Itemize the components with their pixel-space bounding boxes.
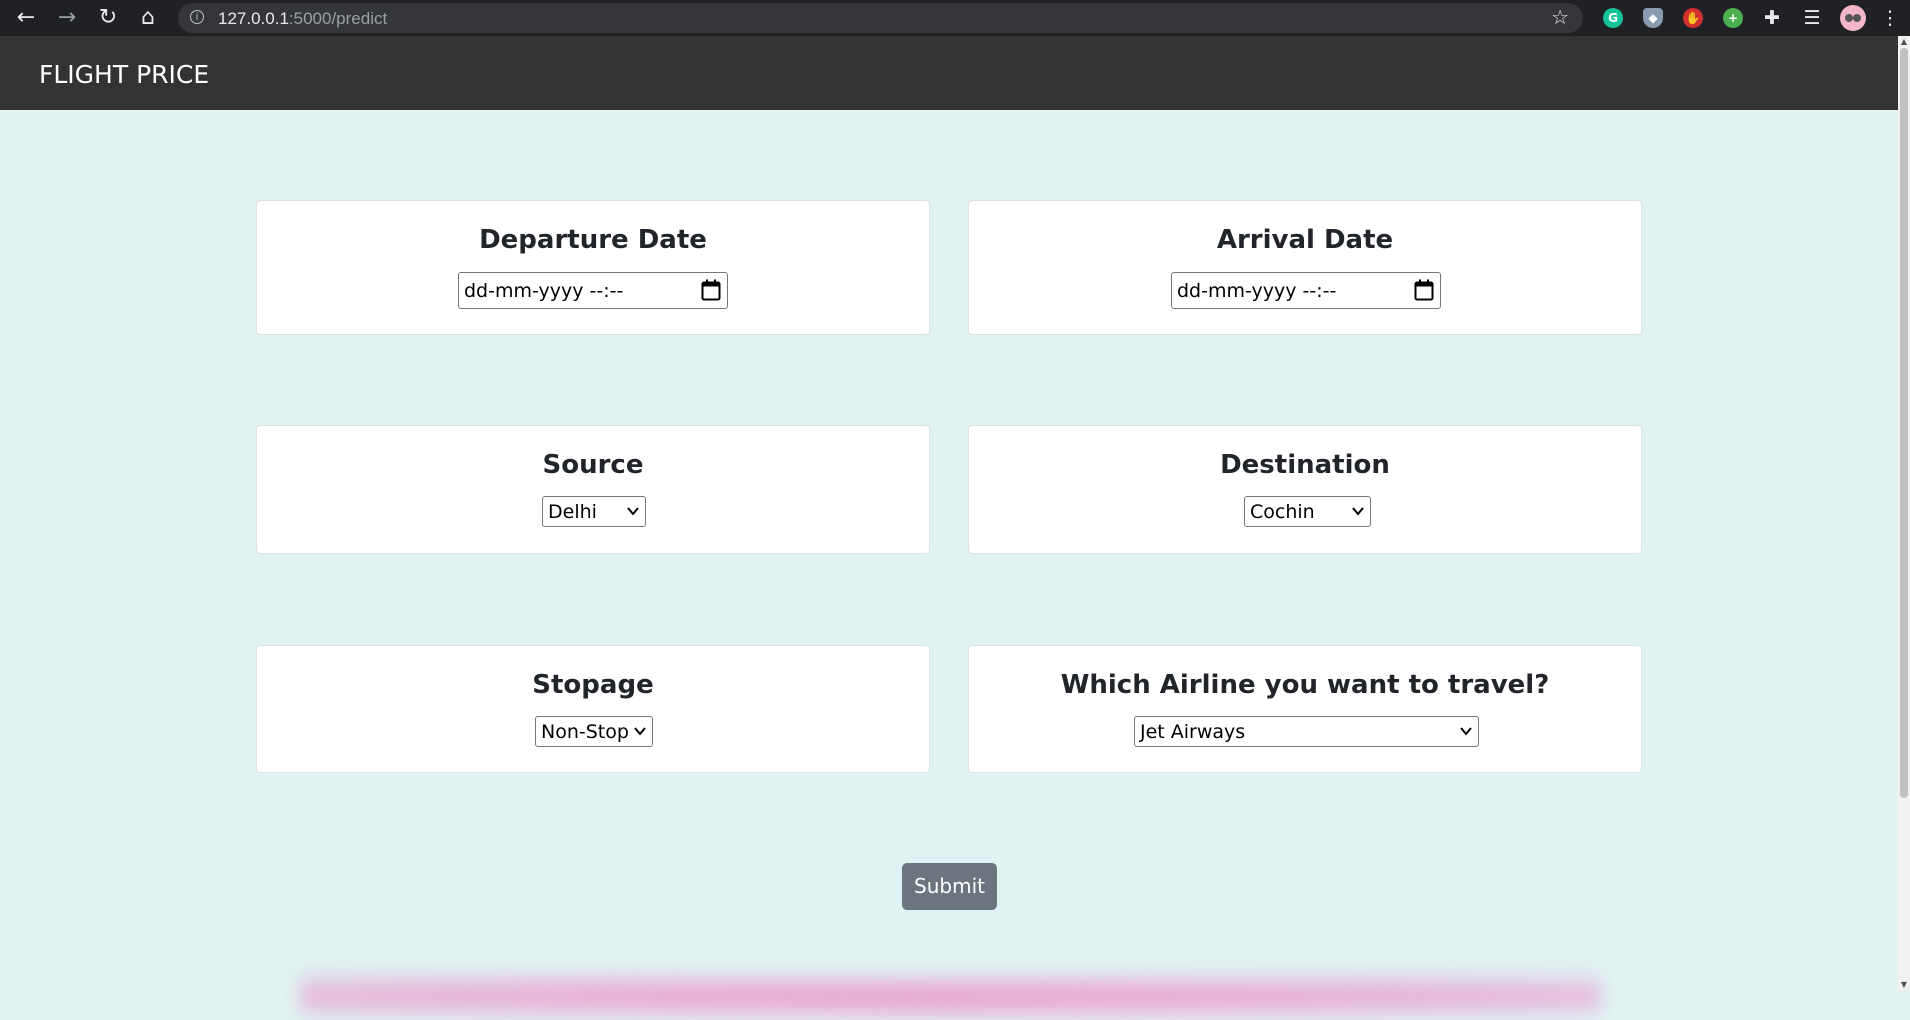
destination-card: Destination Cochin (968, 425, 1642, 554)
calendar-icon[interactable] (701, 279, 721, 301)
airline-card: Which Airline you want to travel? Jet Ai… (968, 645, 1642, 773)
airline-label: Which Airline you want to travel? (1060, 670, 1550, 700)
green-plus-extension-icon[interactable]: + (1723, 8, 1743, 28)
chevron-down-icon (1352, 507, 1364, 516)
address-bar[interactable]: i 127.0.0.1:5000/predict ☆ (178, 3, 1583, 33)
destination-select[interactable]: Cochin (1244, 496, 1371, 527)
avatar-glasses-icon (1845, 14, 1861, 22)
chevron-down-icon (1460, 727, 1472, 736)
reload-button[interactable]: ↻ (94, 6, 122, 30)
url-text: 127.0.0.1:5000/predict (218, 9, 387, 29)
airline-selected-value: Jet Airways (1140, 721, 1246, 743)
arrival-date-label: Arrival Date (1216, 225, 1394, 255)
back-button[interactable]: ← (12, 6, 40, 30)
source-label: Source (542, 450, 644, 480)
destination-label: Destination (1220, 450, 1390, 480)
url-path: :5000/predict (288, 9, 388, 28)
source-select[interactable]: Delhi (542, 496, 646, 527)
shield-extension-icon[interactable]: ◆ (1643, 8, 1663, 28)
arrival-date-card: Arrival Date dd-mm-yyyy --:-- (968, 200, 1642, 335)
browser-menu-icon[interactable]: ⋮ (1880, 6, 1900, 30)
site-info-icon[interactable]: i (190, 10, 204, 24)
scrollbar-thumb[interactable] (1900, 48, 1908, 798)
url-host: 127.0.0.1 (218, 9, 289, 28)
chevron-down-icon (634, 727, 646, 736)
scroll-down-arrow-icon[interactable]: ▼ (1899, 980, 1909, 990)
extensions-puzzle-icon[interactable]: ✚ (1760, 6, 1784, 30)
app-navbar: FLIGHT PRICE (0, 36, 1898, 110)
stopage-card: Stopage Non-Stop (256, 645, 930, 773)
calendar-icon[interactable] (1414, 279, 1434, 301)
departure-date-card: Departure Date dd-mm-yyyy --:-- (256, 200, 930, 335)
page-scrollbar[interactable]: ▲ ▼ (1898, 36, 1910, 991)
chevron-down-icon (627, 507, 639, 516)
submit-button[interactable]: Submit (902, 863, 997, 910)
navbar-brand[interactable]: FLIGHT PRICE (39, 60, 209, 89)
arrival-date-value: dd-mm-yyyy --:-- (1177, 280, 1337, 302)
decorative-blur-background (300, 960, 1600, 1020)
grammarly-icon[interactable]: G (1603, 8, 1623, 28)
airline-select[interactable]: Jet Airways (1134, 716, 1479, 747)
source-card: Source Delhi (256, 425, 930, 554)
home-button[interactable]: ⌂ (134, 6, 162, 30)
departure-date-input[interactable]: dd-mm-yyyy --:-- (458, 272, 728, 309)
departure-date-label: Departure Date (479, 225, 707, 255)
stopage-select[interactable]: Non-Stop (535, 716, 653, 747)
forward-button[interactable]: → (53, 6, 81, 30)
bookmark-star-icon[interactable]: ☆ (1551, 5, 1569, 29)
stopage-selected-value: Non-Stop (541, 721, 629, 743)
adblock-icon[interactable]: ✋ (1683, 8, 1703, 28)
stopage-label: Stopage (532, 670, 654, 700)
browser-toolbar: ← → ↻ ⌂ i 127.0.0.1:5000/predict ☆ G ◆ ✋… (0, 0, 1910, 36)
departure-date-value: dd-mm-yyyy --:-- (464, 280, 624, 302)
media-playlist-icon[interactable]: ☰ (1800, 6, 1824, 30)
scroll-up-arrow-icon[interactable]: ▲ (1899, 37, 1909, 47)
source-selected-value: Delhi (548, 501, 597, 523)
arrival-date-input[interactable]: dd-mm-yyyy --:-- (1171, 272, 1441, 309)
destination-selected-value: Cochin (1250, 501, 1315, 523)
profile-avatar[interactable] (1840, 5, 1866, 31)
